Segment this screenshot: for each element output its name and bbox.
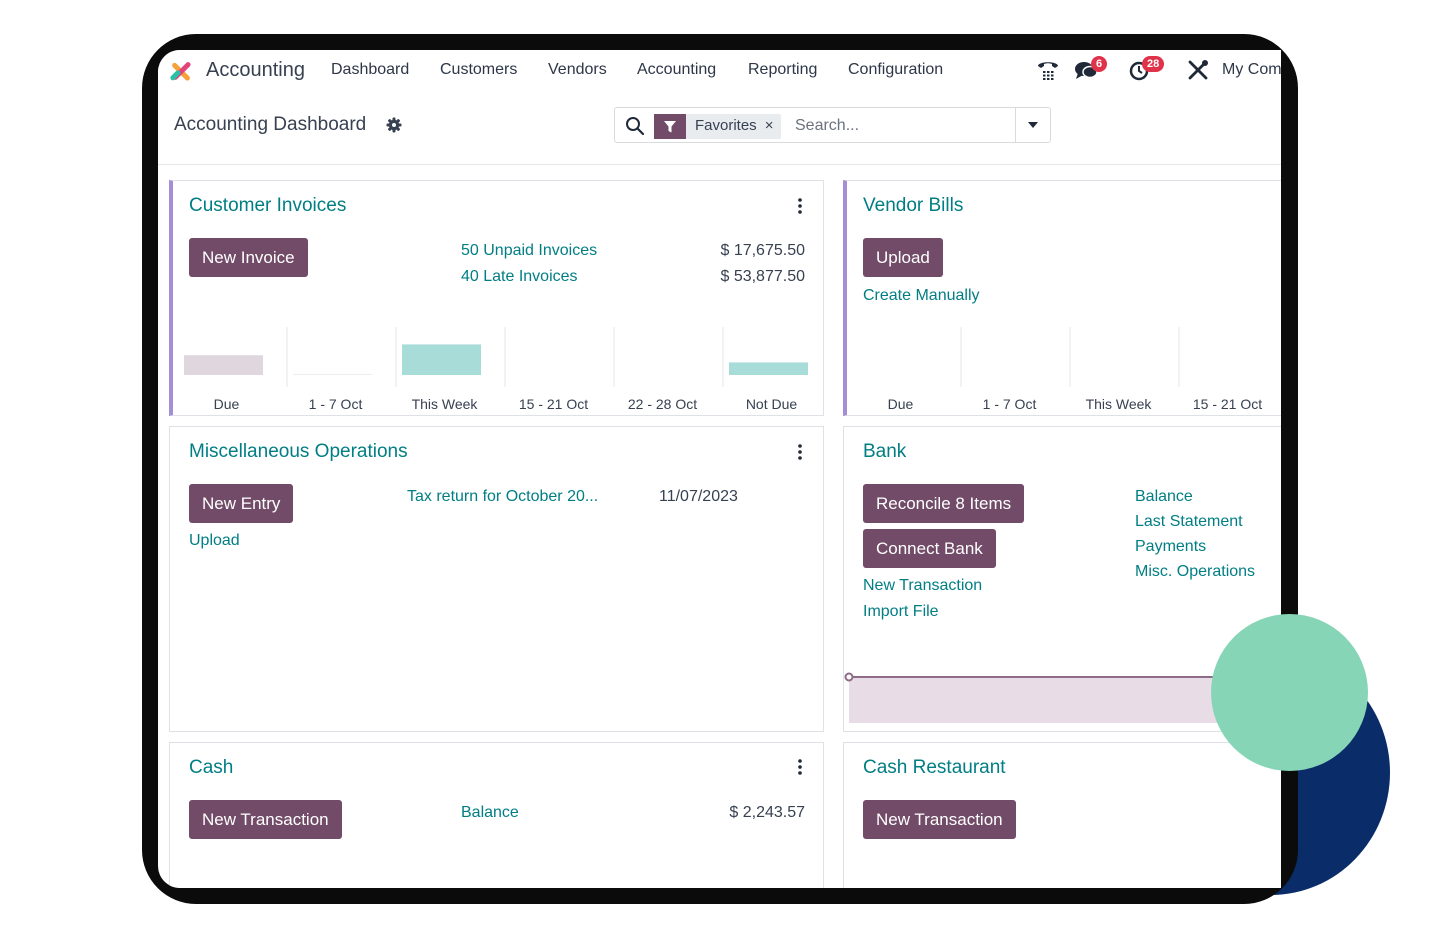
kebab-menu-icon[interactable] bbox=[797, 198, 803, 214]
company-switcher[interactable]: My Company bbox=[1222, 61, 1281, 79]
gear-icon[interactable] bbox=[386, 117, 402, 133]
late-invoices-amount: $ 53,877.50 bbox=[720, 268, 805, 285]
debug-tools-icon[interactable] bbox=[1185, 58, 1211, 82]
facet-remove-button[interactable]: × bbox=[763, 114, 782, 139]
cash-card: Cash New Transaction Balance $ 2,243.57 bbox=[169, 742, 824, 888]
cash-restaurant-new-transaction-button[interactable]: New Transaction bbox=[863, 800, 1016, 839]
activities-count-badge: 28 bbox=[1142, 56, 1165, 72]
search-icon[interactable] bbox=[625, 116, 645, 136]
x-tick-label: This Week bbox=[1086, 396, 1153, 412]
menu-accounting[interactable]: Accounting bbox=[637, 61, 716, 79]
connect-bank-button[interactable]: Connect Bank bbox=[863, 529, 996, 568]
upload-bill-button[interactable]: Upload bbox=[863, 238, 943, 277]
balance-point bbox=[844, 672, 854, 682]
bar-2 bbox=[402, 344, 481, 375]
kebab-menu-icon[interactable] bbox=[797, 444, 803, 460]
search-facet: Favorites × bbox=[654, 114, 782, 139]
vendor-bills-card: Vendor Bills Upload Create Manually Due 1… bbox=[843, 180, 1281, 416]
x-tick-label: 1 - 7 Oct bbox=[983, 396, 1037, 412]
payments-link[interactable]: Payments bbox=[1135, 538, 1206, 556]
card-title[interactable]: Cash bbox=[189, 757, 233, 779]
menu-dashboard[interactable]: Dashboard bbox=[331, 61, 409, 79]
cash-new-transaction-button[interactable]: New Transaction bbox=[189, 800, 342, 839]
phone-icon[interactable] bbox=[1035, 58, 1061, 82]
control-panel: Accounting Dashboard Favorites × bbox=[158, 90, 1281, 165]
x-tick-label: This Week bbox=[412, 396, 479, 412]
menu-reporting[interactable]: Reporting bbox=[748, 61, 817, 79]
facet-label: Favorites bbox=[695, 117, 757, 134]
page-title: Accounting Dashboard bbox=[174, 114, 367, 135]
bank-balance-link[interactable]: Balance bbox=[1135, 488, 1193, 506]
search-input[interactable] bbox=[795, 114, 1015, 138]
misc-operations-link[interactable]: Misc. Operations bbox=[1135, 563, 1255, 581]
upload-link[interactable]: Upload bbox=[189, 532, 240, 550]
create-manually-link[interactable]: Create Manually bbox=[863, 287, 980, 305]
menu-vendors[interactable]: Vendors bbox=[548, 61, 607, 79]
vendor-bills-chart: Due 1 - 7 Oct This Week 15 - 21 Oct bbox=[888, 327, 1262, 412]
last-statement-link[interactable]: Last Statement bbox=[1135, 513, 1243, 531]
new-transaction-link[interactable]: New Transaction bbox=[863, 577, 982, 595]
search-bar: Favorites × bbox=[614, 107, 1051, 143]
cash-restaurant-card: Cash Restaurant New Transaction bbox=[843, 742, 1281, 888]
x-tick-label: 22 - 28 Oct bbox=[628, 396, 697, 412]
unpaid-invoices-link[interactable]: 50 Unpaid Invoices bbox=[461, 242, 597, 260]
card-title[interactable]: Cash Restaurant bbox=[863, 757, 1006, 779]
menu-customers[interactable]: Customers bbox=[440, 61, 517, 79]
customer-invoices-chart: Due 1 - 7 Oct This Week 15 - 21 Oct 22 - 28 … bbox=[184, 327, 808, 412]
caret-down-icon bbox=[1028, 122, 1038, 128]
reconcile-items-button[interactable]: Reconcile 8 Items bbox=[863, 484, 1025, 523]
bar-1 bbox=[293, 373, 372, 375]
menu-configuration[interactable]: Configuration bbox=[848, 61, 943, 79]
top-navbar: Accounting Dashboard Customers Vendors A… bbox=[158, 50, 1281, 90]
card-title[interactable]: Bank bbox=[863, 441, 906, 463]
card-title[interactable]: Customer Invoices bbox=[189, 195, 346, 217]
misc-operations-card: Miscellaneous Operations New Entry Uploa… bbox=[169, 426, 824, 732]
app-title[interactable]: Accounting bbox=[206, 59, 305, 82]
late-invoices-link[interactable]: 40 Late Invoices bbox=[461, 268, 578, 286]
new-entry-button[interactable]: New Entry bbox=[189, 484, 294, 523]
draft-entry-date: 11/07/2023 bbox=[659, 488, 738, 505]
draft-entry-link[interactable]: Tax return for October 20... bbox=[407, 488, 598, 506]
new-invoice-button[interactable]: New Invoice bbox=[189, 238, 308, 277]
x-tick-label: 15 - 21 Oct bbox=[1193, 396, 1262, 412]
cash-balance-link[interactable]: Balance bbox=[461, 804, 519, 822]
x-tick-label: Due bbox=[888, 396, 914, 412]
x-tick-label: Due bbox=[214, 396, 240, 412]
kebab-menu-icon[interactable] bbox=[797, 759, 803, 775]
customer-invoices-card: Customer Invoices New Invoice 50 Unpaid … bbox=[169, 180, 824, 416]
x-tick-label: 1 - 7 Oct bbox=[309, 396, 363, 412]
unpaid-invoices-amount: $ 17,675.50 bbox=[720, 242, 805, 259]
card-title[interactable]: Vendor Bills bbox=[863, 195, 963, 217]
search-options-toggle[interactable] bbox=[1015, 108, 1050, 142]
cash-balance-amount: $ 2,243.57 bbox=[729, 804, 805, 821]
bar-5 bbox=[729, 362, 808, 375]
import-file-link[interactable]: Import File bbox=[863, 603, 939, 621]
decorative-green-circle bbox=[1211, 614, 1368, 771]
app-screen: Accounting Dashboard Customers Vendors A… bbox=[158, 50, 1281, 888]
filter-icon bbox=[654, 114, 686, 139]
card-title[interactable]: Miscellaneous Operations bbox=[189, 441, 408, 463]
messages-count-badge: 6 bbox=[1091, 56, 1108, 72]
x-tick-label: Not Due bbox=[746, 396, 798, 412]
accounting-app-icon[interactable] bbox=[168, 58, 194, 84]
x-tick-label: 15 - 21 Oct bbox=[519, 396, 588, 412]
bar-0 bbox=[184, 355, 263, 375]
